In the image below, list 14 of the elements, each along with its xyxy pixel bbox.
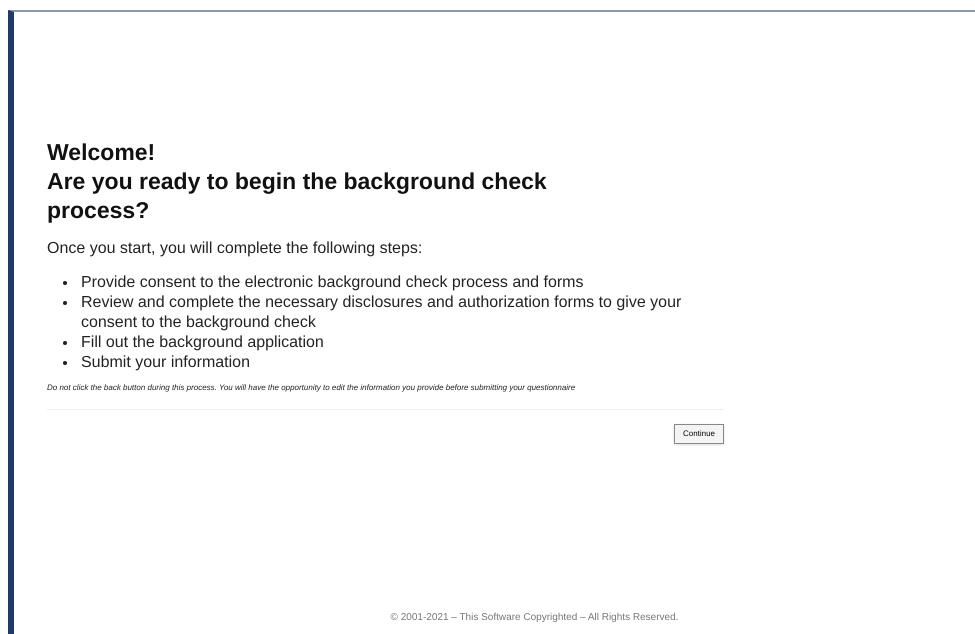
page-heading: Are you ready to begin the background check process? <box>47 167 548 225</box>
intro-text: Once you start, you will complete the following steps: <box>47 239 424 259</box>
step-item: Provide consent to the electronic background check process and forms <box>80 273 584 293</box>
bullet-icon <box>63 281 67 285</box>
step-item: Review and complete the necessary disclosures and authorization forms to give your consent to the background check <box>80 293 682 333</box>
step-item: Submit your information <box>80 353 250 373</box>
step-item: Fill out the background application <box>80 333 324 353</box>
welcome-heading: Welcome! <box>47 138 156 167</box>
copyright-footer: © 2001-2021 – This Software Copyrighted – All Rights Reserved. <box>390 610 678 625</box>
bullet-icon <box>63 341 67 345</box>
bullet-icon <box>63 361 67 365</box>
continue-button[interactable]: Continue <box>674 424 724 444</box>
bullet-icon <box>63 301 67 305</box>
warning-note: Do not click the back button during this process. You will have the opportunity to edit the information you provide before submitting your questionnaire <box>47 383 576 393</box>
